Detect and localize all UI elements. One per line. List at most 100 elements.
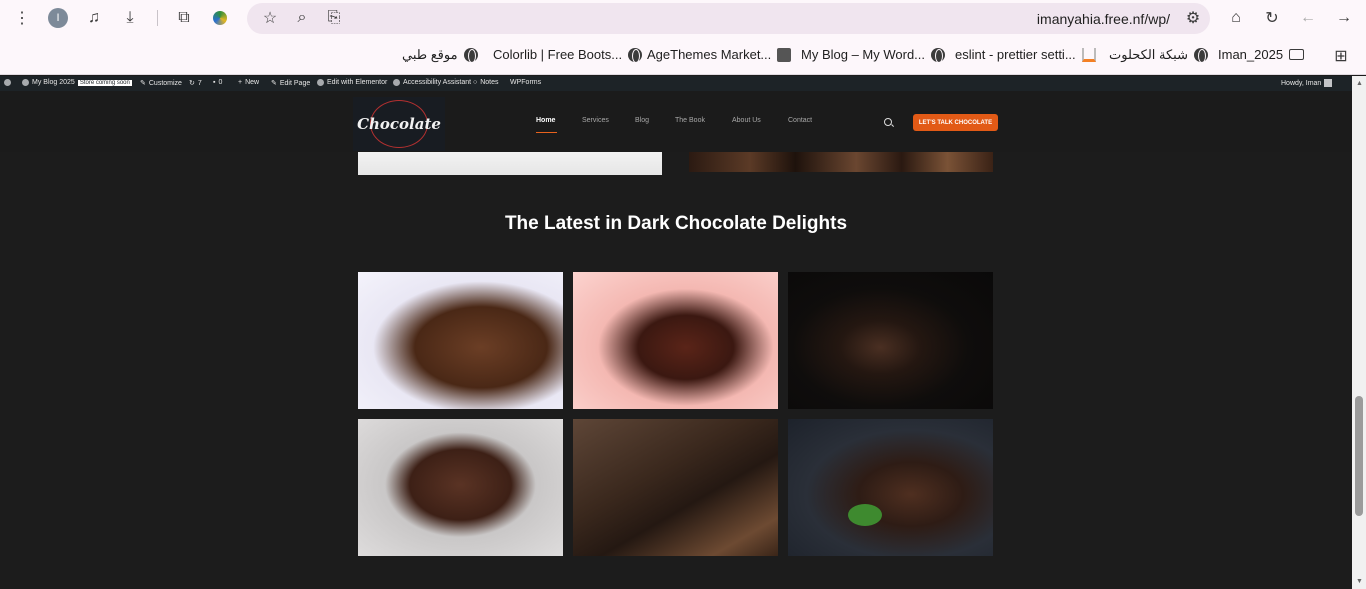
media-icon[interactable]: ♫: [83, 7, 105, 29]
adminbar-howdy: Howdy, Iman: [1281, 79, 1322, 87]
adminbar-notes[interactable]: ○ Notes: [473, 79, 499, 86]
adminbar-customize-label: Customize: [148, 79, 182, 87]
bookmark-item[interactable]: شبكة الكحلوت: [1109, 47, 1208, 63]
logo-ring: Chocolate: [357, 100, 441, 148]
bookmark-item[interactable]: AgeThemes Market...: [647, 47, 792, 62]
url-text[interactable]: imanyahia.free.nf/wp/: [1037, 11, 1170, 27]
bookmark-item[interactable]: Iman_2025: [1218, 47, 1305, 62]
site-settings-icon[interactable]: ⚙: [1182, 7, 1204, 29]
reload-icon[interactable]: ↻: [1261, 7, 1283, 29]
adminbar-new-label: New: [245, 79, 260, 86]
adminbar-notes-label: Notes: [480, 79, 499, 86]
pencil-icon: ✎: [140, 80, 146, 87]
chocolate-bar-closeup-image[interactable]: [573, 419, 778, 556]
nav-services[interactable]: Services: [582, 117, 609, 124]
chocolate-stack-dark-image[interactable]: [788, 272, 993, 409]
nav-the-book[interactable]: The Book: [675, 117, 705, 124]
chocolate-stack-berry-image[interactable]: [573, 272, 778, 409]
globe-icon: [931, 47, 946, 63]
menu-dots-icon[interactable]: ⋮: [11, 7, 33, 29]
browser-toolbar: ⋮ I ♫ ⤓ ⧉ ☆ ⌕ ⎘ imanyahia.free.nf/wp/ ⚙ …: [0, 0, 1366, 37]
translate-icon[interactable]: ⎘: [323, 7, 345, 29]
scroll-down-icon[interactable]: ▼: [1356, 578, 1363, 585]
adminbar-edit-page-label: Edit Page: [279, 79, 311, 87]
adminbar-accessibility[interactable]: Accessibility Assistant: [393, 79, 471, 86]
globe-icon: [463, 48, 478, 63]
wp-admin-bar: My Blog 2025 Store coming soon ✎ Customi…: [0, 76, 1366, 91]
adminbar-account[interactable]: Howdy, Iman: [1281, 79, 1333, 87]
forward-icon[interactable]: →: [1333, 7, 1355, 29]
nav-blog[interactable]: Blog: [635, 117, 649, 124]
home-icon: [22, 79, 29, 86]
page-scrollbar[interactable]: ▲ ▼: [1352, 76, 1366, 589]
logo-text: Chocolate: [357, 115, 441, 133]
profile-avatar[interactable]: I: [48, 8, 68, 28]
wordpress-logo-icon[interactable]: [4, 79, 11, 86]
adminbar-edit-page[interactable]: ✎ Edit Page: [271, 79, 311, 88]
avatar: [1324, 79, 1333, 87]
extensions-icon[interactable]: ⧉: [173, 7, 195, 29]
previous-section-image-right: [689, 152, 993, 172]
adminbar-site-name: My Blog 2025: [32, 79, 75, 86]
home-icon[interactable]: ⌂: [1225, 7, 1247, 29]
bookmark-item[interactable]: موقع طبي: [402, 47, 478, 63]
nav-about-us[interactable]: About Us: [732, 117, 761, 124]
adminbar-wpforms[interactable]: WPForms: [510, 79, 541, 86]
notes-icon: ○: [473, 79, 478, 86]
bookmark-label: eslint - prettier setti...: [955, 47, 1076, 62]
updates-count: 7: [197, 79, 202, 87]
adminbar-updates[interactable]: ↻ 7: [189, 79, 202, 88]
apps-grid-icon[interactable]: ⊞: [1330, 45, 1352, 67]
nav-home[interactable]: Home: [536, 117, 555, 124]
lets-talk-chocolate-button[interactable]: LET'S TALK CHOCOLATE: [913, 114, 998, 131]
updates-icon: ↻: [189, 80, 195, 87]
chocolate-bar-shavings-image[interactable]: [358, 272, 563, 409]
star-icon[interactable]: ☆: [259, 7, 281, 29]
adminbar-elementor-label: Edit with Elementor: [327, 79, 388, 86]
chocolate-stack-mint-image[interactable]: [788, 419, 993, 556]
bookmark-label: AgeThemes Market...: [647, 47, 772, 62]
address-bar[interactable]: ☆ ⌕ ⎘ imanyahia.free.nf/wp/ ⚙: [247, 3, 1210, 34]
scroll-up-icon[interactable]: ▲: [1356, 80, 1363, 87]
section-title: The Latest in Dark Chocolate Delights: [504, 213, 848, 234]
status-badge: Store coming soon: [77, 79, 132, 86]
scrollbar-thumb[interactable]: [1355, 396, 1363, 516]
comment-icon: ▪: [213, 79, 216, 86]
bookmark-label: شبكة الكحلوت: [1109, 47, 1188, 62]
plus-icon: +: [238, 79, 243, 86]
globe-icon: [628, 47, 643, 63]
bookmarks-bar: موقع طبي Colorlib | Free Boots... AgeThe…: [0, 37, 1366, 75]
nav-active-indicator: [536, 132, 557, 133]
previous-section-image-left: [358, 152, 662, 175]
folder-icon: [1289, 49, 1305, 60]
toolbar-divider: [157, 10, 158, 26]
adminbar-accessibility-label: Accessibility Assistant: [403, 79, 472, 86]
adminbar-elementor[interactable]: Edit with Elementor: [317, 79, 387, 86]
bookmark-label: Colorlib | Free Boots...: [493, 47, 623, 62]
download-icon[interactable]: ⤓: [119, 7, 141, 29]
adminbar-new[interactable]: + New: [238, 79, 259, 86]
agethemes-icon: [777, 47, 792, 62]
bookmark-item[interactable]: Colorlib | Free Boots...: [493, 47, 643, 63]
stackoverflow-icon: [1081, 47, 1096, 62]
bookmark-item[interactable]: eslint - prettier setti...: [955, 47, 1096, 62]
adminbar-customize[interactable]: ✎ Customize: [140, 79, 182, 88]
adminbar-comments[interactable]: ▪ 0: [213, 79, 222, 86]
nav-contact[interactable]: Contact: [788, 117, 812, 124]
adminbar-wpforms-label: WPForms: [510, 79, 542, 86]
bookmark-label: Iman_2025: [1218, 47, 1284, 62]
adminbar-site[interactable]: My Blog 2025 Store coming soon: [22, 79, 132, 86]
zoom-icon[interactable]: ⌕: [291, 7, 313, 29]
pencil-icon: ✎: [271, 80, 277, 87]
extension-colorful-icon[interactable]: [209, 7, 231, 29]
back-icon[interactable]: ←: [1297, 7, 1319, 29]
bookmark-item[interactable]: My Blog – My Word...: [801, 47, 946, 63]
search-icon[interactable]: [884, 118, 892, 126]
bookmark-label: موقع طبي: [402, 47, 458, 62]
globe-icon: [1193, 48, 1208, 63]
site-logo[interactable]: Chocolate: [353, 97, 445, 151]
comments-count: 0: [218, 79, 223, 86]
elementor-icon: [317, 79, 324, 86]
site-header: Chocolate Home Services Blog The Book Ab…: [0, 91, 1352, 152]
chocolate-bar-white-image[interactable]: [358, 419, 563, 556]
